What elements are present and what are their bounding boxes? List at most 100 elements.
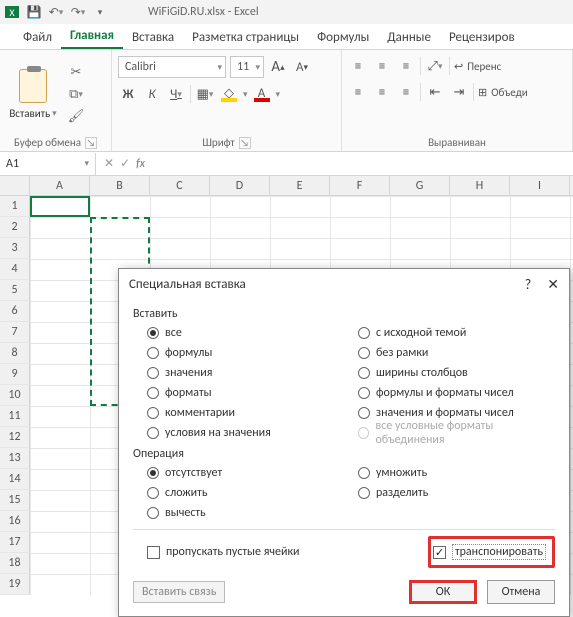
col-header[interactable]: G [390,176,450,195]
row-header[interactable]: 14 [0,469,30,490]
wrap-text-button[interactable]: ↩Перенс [454,60,501,73]
italic-button[interactable]: К [142,84,162,104]
radio-option[interactable]: с исходной темой [344,323,555,343]
col-header[interactable]: F [330,176,390,195]
radio-option[interactable]: комментарии [133,403,344,423]
row-header[interactable]: 15 [0,490,30,511]
copy-icon[interactable]: ⧉▾ [66,86,86,104]
font-color-button[interactable]: А [252,84,272,104]
dialog-help-icon[interactable]: ? [525,276,532,293]
indent-decrease-icon[interactable]: ⇤ [425,82,445,102]
excel-icon: X [4,4,20,20]
row-header[interactable]: 6 [0,301,30,322]
row-header[interactable]: 18 [0,553,30,574]
format-painter-icon[interactable]: 🖌 [66,108,86,126]
tab-review[interactable]: Рецензиров [440,26,524,49]
save-icon[interactable]: 💾 [26,4,42,20]
font-launcher-icon[interactable]: ↘ [239,137,251,149]
tab-layout[interactable]: Разметка страницы [183,26,308,49]
ribbon-tabs: Файл Главная Вставка Разметка страницы Ф… [0,24,573,50]
col-header[interactable]: D [210,176,270,195]
transpose-checkbox[interactable]: транспонировать [433,541,546,563]
ok-button[interactable]: ОК [409,580,477,604]
radio-option[interactable]: разделить [344,483,555,503]
decrease-font-icon[interactable]: A▾ [292,57,312,77]
row-header[interactable]: 4 [0,259,30,280]
row-header[interactable]: 12 [0,427,30,448]
radio-option[interactable]: значения [133,363,344,383]
group-font: Calibri 11 A▴ A▾ Ж К Ч▾ ▦▾ ◇▾ А▾ Шрифт↘ [112,50,342,151]
increase-font-icon[interactable]: A▴ [268,57,288,77]
row-header[interactable]: 10 [0,385,30,406]
paste-button[interactable]: Вставить▾ [6,56,60,133]
radio-option[interactable]: умножить [344,463,555,483]
fill-color-button[interactable]: ◇ [219,84,239,104]
paste-special-dialog: Специальная вставка ? ✕ Вставить всеформ… [118,268,570,617]
col-header[interactable]: I [510,176,570,195]
radio-option[interactable]: без рамки [344,343,555,363]
tab-data[interactable]: Данные [378,26,440,49]
align-left-icon[interactable]: ≡ [348,83,368,101]
name-box[interactable]: A1 [0,153,96,175]
qat-dropdown-icon[interactable]: ▾ [92,4,108,20]
underline-button[interactable]: Ч▾ [166,84,186,104]
tab-insert[interactable]: Вставка [123,26,183,49]
col-header[interactable]: B [90,176,150,195]
row-header[interactable]: 2 [0,217,30,238]
row-header[interactable]: 9 [0,364,30,385]
align-top-icon[interactable]: ≡ [348,57,368,75]
radio-option[interactable]: сложить [133,483,344,503]
col-header[interactable]: E [270,176,330,195]
row-header[interactable]: 1 [0,196,30,217]
merge-button[interactable]: ⊞Объеди [478,86,528,99]
radio-option[interactable]: условия на значения [133,423,344,443]
radio-option[interactable]: все [133,323,344,343]
border-button[interactable]: ▦▾ [195,84,215,104]
dialog-close-icon[interactable]: ✕ [547,276,559,293]
bold-button[interactable]: Ж [118,84,138,104]
operation-section-label: Операция [133,447,555,461]
radio-option[interactable]: вычесть [133,503,344,523]
align-middle-icon[interactable]: ≡ [372,57,392,75]
confirm-icon[interactable]: ✓ [120,156,130,171]
cancel-button[interactable]: Отмена [487,580,555,604]
font-size-combo[interactable]: 11 [230,56,264,78]
row-header[interactable]: 11 [0,406,30,427]
row-header[interactable]: 3 [0,238,30,259]
radio-option[interactable]: формулы [133,343,344,363]
col-header[interactable]: A [30,176,90,195]
tab-formulas[interactable]: Формулы [308,26,378,49]
paste-section-label: Вставить [133,307,555,321]
col-header[interactable]: C [150,176,210,195]
cut-icon[interactable]: ✂ [66,64,86,82]
radio-option[interactable]: отсутствует [133,463,344,483]
cancel-icon[interactable]: ✕ [104,156,114,171]
svg-text:X: X [9,6,15,19]
radio-option[interactable]: форматы [133,383,344,403]
undo-icon[interactable]: ↶▾ [48,4,64,20]
select-all-corner[interactable] [0,176,30,195]
formula-input[interactable] [153,153,573,175]
align-bottom-icon[interactable]: ≡ [396,57,416,75]
clipboard-launcher-icon[interactable]: ↘ [85,137,97,149]
row-header[interactable]: 13 [0,448,30,469]
orientation-icon[interactable]: ⤢▾ [425,56,445,76]
font-name-combo[interactable]: Calibri [118,56,226,78]
align-right-icon[interactable]: ≡ [396,83,416,101]
row-header[interactable]: 5 [0,280,30,301]
tab-home[interactable]: Главная [61,24,123,49]
radio-option[interactable]: формулы и форматы чисел [344,383,555,403]
row-header[interactable]: 17 [0,532,30,553]
col-header[interactable]: H [450,176,510,195]
align-center-icon[interactable]: ≡ [372,83,392,101]
row-header[interactable]: 7 [0,322,30,343]
tab-file[interactable]: Файл [14,26,61,49]
row-header[interactable]: 19 [0,574,30,595]
fx-icon[interactable]: fx [136,157,145,171]
radio-option[interactable]: ширины столбцов [344,363,555,383]
row-header[interactable]: 16 [0,511,30,532]
redo-icon[interactable]: ↷▾ [70,4,86,20]
indent-increase-icon[interactable]: ⇥ [449,82,469,102]
skip-blanks-checkbox[interactable]: пропускать пустые ячейки [133,541,300,563]
row-header[interactable]: 8 [0,343,30,364]
